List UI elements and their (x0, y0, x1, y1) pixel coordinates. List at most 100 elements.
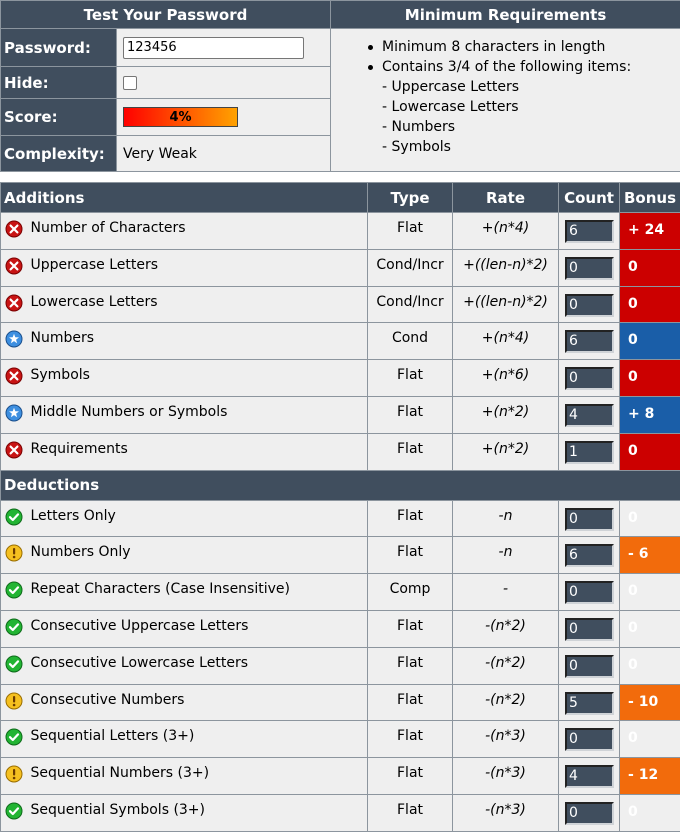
count-box: 4 (565, 765, 614, 788)
count-cell: 0 (559, 574, 620, 611)
count-cell: 0 (559, 647, 620, 684)
table-row: Sequential Numbers (3+)Flat-(n*3)4- 12 (1, 758, 680, 795)
rate-header: Rate (453, 183, 559, 213)
criteria-type: Flat (368, 360, 453, 397)
criteria-rate: +(n*2) (453, 433, 559, 470)
x-circle-icon (5, 300, 23, 316)
requirement-item: Minimum 8 characters in length (331, 37, 680, 57)
criteria-rate: +(n*2) (453, 396, 559, 433)
password-test-panel: Test Your Password Minimum Requirements … (0, 0, 680, 172)
bonus-value: 0 (620, 433, 680, 470)
count-cell: 6 (559, 323, 620, 360)
status-icon-cell (1, 360, 27, 397)
criteria-type: Cond/Incr (368, 249, 453, 286)
score-value: 4% (169, 110, 191, 125)
table-row: Letters OnlyFlat-n00 (1, 500, 680, 537)
requirement-subitem: - Numbers (331, 117, 680, 137)
status-icon-cell (1, 684, 27, 721)
criteria-type: Comp (368, 574, 453, 611)
criteria-rate: +(n*4) (453, 213, 559, 250)
password-cell (117, 29, 331, 67)
count-box: 0 (565, 802, 614, 825)
criteria-type: Flat (368, 794, 453, 831)
criteria-rate: +(n*6) (453, 360, 559, 397)
table-row: Numbers OnlyFlat-n6- 6 (1, 537, 680, 574)
criteria-name: Consecutive Numbers (27, 684, 368, 721)
criteria-name: Lowercase Letters (27, 286, 368, 323)
count-cell: 4 (559, 396, 620, 433)
x-circle-icon (5, 263, 23, 279)
count-cell: 6 (559, 537, 620, 574)
x-circle-icon (5, 373, 23, 389)
criteria-rate: -n (453, 537, 559, 574)
count-box: 0 (565, 508, 614, 531)
bonus-value: 0 (620, 323, 680, 360)
criteria-type: Flat (368, 758, 453, 795)
status-icon-cell (1, 647, 27, 684)
bonus-value: 0 (620, 794, 680, 831)
password-input[interactable] (123, 37, 304, 59)
requirements-panel: Minimum 8 characters in length Contains … (331, 29, 680, 172)
criteria-name: Sequential Numbers (3+) (27, 758, 368, 795)
criteria-name: Number of Characters (27, 213, 368, 250)
status-icon-cell (1, 249, 27, 286)
table-row: Number of CharactersFlat+(n*4)6+ 24 (1, 213, 680, 250)
requirement-subitem: - Symbols (331, 137, 680, 157)
test-password-title: Test Your Password (1, 1, 331, 29)
criteria-rate: - (453, 574, 559, 611)
status-icon-cell (1, 323, 27, 360)
requirements-title: Minimum Requirements (331, 1, 680, 29)
table-row: Consecutive Uppercase LettersFlat-(n*2)0… (1, 610, 680, 647)
count-cell: 0 (559, 360, 620, 397)
count-header: Count (559, 183, 620, 213)
status-icon-cell (1, 286, 27, 323)
count-box: 6 (565, 330, 614, 353)
criteria-type: Flat (368, 721, 453, 758)
status-icon-cell (1, 213, 27, 250)
count-cell: 5 (559, 684, 620, 721)
bonus-value: 0 (620, 721, 680, 758)
status-icon-cell (1, 500, 27, 537)
status-icon-cell (1, 433, 27, 470)
bonus-value: - 12 (620, 758, 680, 795)
criteria-rate: -(n*2) (453, 684, 559, 721)
status-icon-cell (1, 721, 27, 758)
criteria-type: Cond (368, 323, 453, 360)
criteria-type: Flat (368, 396, 453, 433)
criteria-name: Numbers Only (27, 537, 368, 574)
status-icon-cell (1, 396, 27, 433)
table-row: Repeat Characters (Case Insensitive)Comp… (1, 574, 680, 611)
count-box: 0 (565, 728, 614, 751)
criteria-type: Flat (368, 213, 453, 250)
warning-circle-icon (5, 698, 23, 714)
check-circle-icon (5, 661, 23, 677)
criteria-rate: -n (453, 500, 559, 537)
bonus-value: + 8 (620, 396, 680, 433)
star-circle-icon (5, 410, 23, 426)
star-circle-icon (5, 336, 23, 352)
table-row: Sequential Symbols (3+)Flat-(n*3)00 (1, 794, 680, 831)
table-row: Middle Numbers or SymbolsFlat+(n*2)4+ 8 (1, 396, 680, 433)
bonus-value: 0 (620, 360, 680, 397)
password-label: Password: (1, 29, 117, 67)
score-bar: 4% (123, 107, 238, 127)
criteria-name: Consecutive Uppercase Letters (27, 610, 368, 647)
criteria-type: Flat (368, 610, 453, 647)
bonus-value: + 24 (620, 213, 680, 250)
criteria-name: Letters Only (27, 500, 368, 537)
criteria-type: Flat (368, 433, 453, 470)
table-row: Uppercase LettersCond/Incr+((len-n)*2)00 (1, 249, 680, 286)
hide-checkbox[interactable] (123, 76, 137, 90)
score-cell: 4% (117, 99, 331, 136)
x-circle-icon (5, 226, 23, 242)
count-cell: 0 (559, 610, 620, 647)
count-box: 0 (565, 618, 614, 641)
status-icon-cell (1, 794, 27, 831)
bonus-header: Bonus (620, 183, 680, 213)
bonus-value: 0 (620, 249, 680, 286)
criteria-type: Flat (368, 537, 453, 574)
criteria-name: Sequential Letters (3+) (27, 721, 368, 758)
criteria-name: Repeat Characters (Case Insensitive) (27, 574, 368, 611)
score-breakdown-table: Additions Type Rate Count Bonus Number o… (0, 182, 680, 832)
count-box: 6 (565, 544, 614, 567)
